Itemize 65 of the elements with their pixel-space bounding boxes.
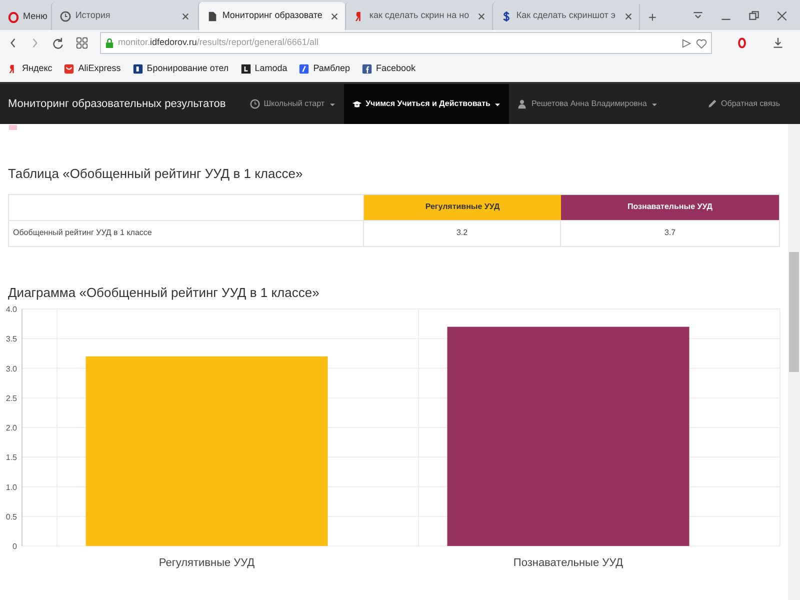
axis-tick-label: 2.0 — [6, 424, 17, 432]
back-icon[interactable] — [8, 37, 18, 49]
chart-title: Диаграмма «Обобщенный рейтинг УУД в 1 классе» — [8, 284, 320, 302]
opera-logo-icon — [8, 12, 19, 22]
column-header: Познавательные УУД — [561, 194, 779, 220]
bookmark-link[interactable]: Бронирование отел — [132, 62, 229, 76]
close-icon[interactable] — [624, 12, 633, 20]
caret-icon — [494, 102, 502, 106]
close-icon[interactable] — [477, 12, 486, 20]
nav-link[interactable]: Учимся Учиться и Действовать — [344, 84, 510, 124]
axis-tick-label: 1.5 — [6, 453, 17, 462]
bookmark-link[interactable]: AliExpress — [64, 62, 121, 76]
dollar-icon — [501, 10, 512, 22]
play-icon[interactable] — [681, 38, 692, 48]
square-icon — [132, 64, 143, 74]
caret-icon — [650, 102, 658, 106]
opera-logo-icon[interactable] — [736, 37, 748, 49]
bookmark-link[interactable]: Яндекс — [8, 62, 52, 76]
nav-link[interactable]: Решетова Анна Владимировна — [509, 84, 666, 124]
nav-link[interactable]: Обратная связь — [699, 84, 788, 124]
table-cell: 3.7 — [561, 220, 779, 246]
bookmark-link[interactable]: Lamoda — [240, 62, 288, 76]
axis-tick-label: 3.0 — [6, 364, 17, 374]
nav-link[interactable]: Школьный старт — [242, 84, 344, 124]
bookmark-link[interactable]: Рамблер — [299, 62, 350, 76]
scrollbar-thumb[interactable] — [789, 252, 799, 372]
axis-tick-label: 0 — [12, 542, 17, 551]
restore-icon[interactable] — [748, 10, 760, 22]
browser-tab[interactable]: Мониторинг образовате — [198, 2, 346, 30]
table-title: Таблица «Обобщенный рейтинг УУД в 1 классе» — [8, 165, 304, 183]
clock-icon — [250, 99, 260, 109]
scrollbar[interactable] — [788, 124, 800, 600]
close-icon[interactable] — [330, 12, 340, 20]
grid-icon[interactable] — [76, 37, 88, 49]
slash-icon — [299, 64, 310, 74]
download-icon[interactable] — [772, 37, 784, 49]
axis-tick-label: 4.0 — [6, 306, 17, 314]
axis-tick-label: 0.5 — [6, 512, 17, 522]
menu-button[interactable]: Меню — [4, 4, 52, 30]
category-label: Познавательные УУД — [513, 557, 624, 569]
marker-square — [9, 125, 17, 130]
bookmark-link[interactable]: Facebook — [362, 62, 416, 76]
axis-tick-label: 2.5 — [6, 394, 17, 403]
user-icon — [517, 99, 528, 109]
table-cell: 3.2 — [364, 220, 561, 246]
close-icon[interactable] — [181, 12, 190, 20]
square-icon — [240, 64, 251, 74]
pencil-icon — [707, 99, 718, 109]
category-label: Регулятивные УУД — [158, 557, 255, 569]
reload-icon[interactable] — [52, 37, 64, 49]
axis-tick-label: 3.5 — [6, 334, 17, 344]
column-header: Регулятивные УУД — [364, 194, 561, 220]
lock-icon — [105, 38, 114, 48]
bag-icon — [64, 64, 74, 74]
table-cell: Обобщенный рейтинг УУД в 1 классе — [9, 220, 364, 246]
cap-icon — [352, 99, 362, 109]
clock-icon — [60, 10, 72, 22]
facebook-icon — [362, 64, 372, 74]
axis-tick-label: 1.0 — [6, 482, 17, 492]
address-field[interactable]: monitor.idfedorov.ru/results/report/general/6661/all — [100, 32, 712, 54]
page-icon — [207, 10, 218, 22]
close-icon[interactable] — [776, 10, 788, 22]
caret-icon — [328, 102, 336, 106]
heart-icon[interactable] — [696, 38, 707, 48]
site-brand[interactable]: Мониторинг образовательных результатов — [8, 84, 242, 124]
